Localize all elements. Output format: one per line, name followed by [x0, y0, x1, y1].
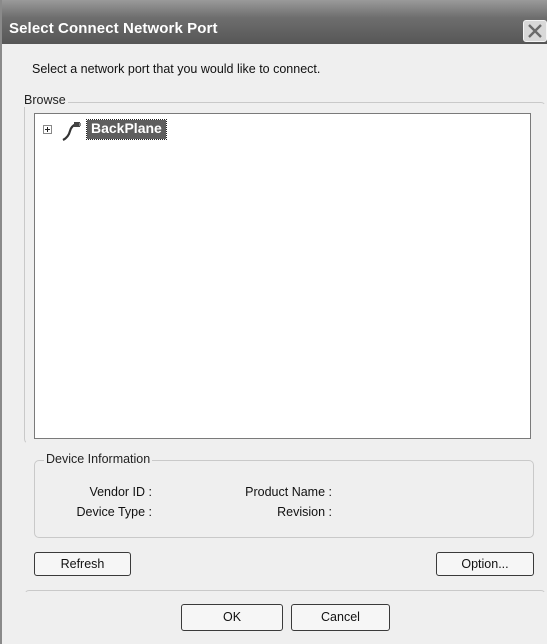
instruction-text: Select a network port that you would lik… [32, 62, 321, 76]
refresh-button[interactable]: Refresh [34, 552, 131, 576]
cancel-button[interactable]: Cancel [291, 604, 390, 631]
footer-divider [24, 590, 546, 622]
close-icon [528, 24, 542, 38]
tree-node-label[interactable]: BackPlane [86, 119, 167, 140]
network-tree[interactable]: BackPlane [34, 113, 531, 439]
vendor-id-label: Vendor ID : [89, 485, 152, 499]
device-type-label: Device Type : [76, 505, 152, 519]
option-button[interactable]: Option... [436, 552, 534, 576]
dialog-window: Select Connect Network Port Select a net… [0, 0, 547, 644]
expand-icon[interactable] [43, 125, 52, 134]
browse-label: Browse [22, 93, 68, 107]
title-bar[interactable]: Select Connect Network Port [2, 0, 547, 44]
device-information-group [34, 460, 534, 538]
product-name-label: Product Name : [245, 485, 332, 499]
window-title: Select Connect Network Port [9, 20, 218, 37]
close-button[interactable] [523, 20, 547, 42]
revision-label: Revision : [277, 505, 332, 519]
ok-button[interactable]: OK [181, 604, 283, 631]
device-information-label: Device Information [44, 452, 153, 466]
network-cable-icon [62, 122, 81, 141]
